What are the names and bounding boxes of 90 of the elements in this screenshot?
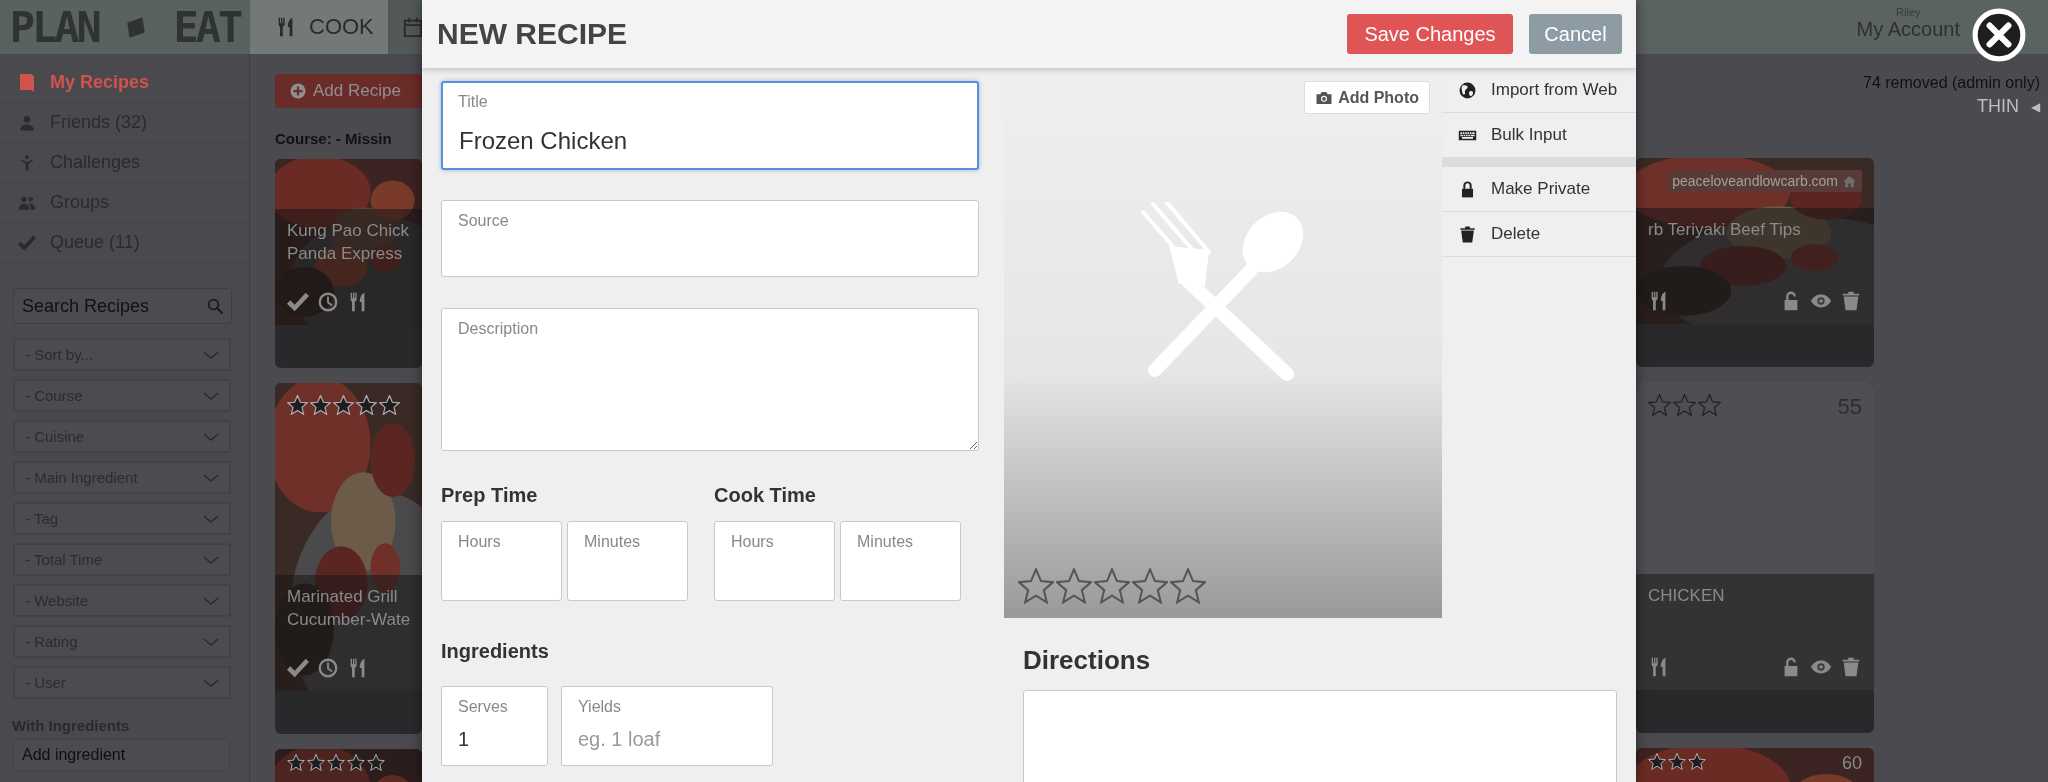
field-label: Source [458, 212, 509, 230]
menu-item[interactable]: Make Private [1442, 167, 1636, 212]
trash-icon [1458, 224, 1477, 244]
clock-icon[interactable] [317, 657, 339, 679]
search-field[interactable]: Search Recipes [13, 288, 232, 324]
input-field[interactable] [714, 521, 835, 601]
field-label: Description [458, 320, 539, 338]
chevron-down-icon [203, 473, 219, 482]
star-icon [1094, 568, 1130, 604]
section-heading: Ingredients [441, 640, 550, 663]
chevron-down-icon [203, 432, 219, 441]
section-heading: Directions [1023, 645, 1152, 676]
star-icon [1688, 753, 1706, 770]
view-toggle[interactable]: THIN ◀ [1977, 96, 2040, 117]
field-label: Minutes [584, 533, 641, 551]
field-label: Hours [458, 533, 501, 551]
nav-tab[interactable]: COOK [250, 0, 388, 54]
chevron-down-icon [203, 637, 219, 646]
trash-icon[interactable] [1840, 656, 1862, 678]
cancel-button[interactable]: Cancel [1529, 14, 1622, 54]
star-icon [307, 754, 325, 771]
chevron-down-icon [203, 596, 219, 605]
course-filter[interactable]: Course: - Missin [275, 130, 422, 147]
star-icon [1668, 753, 1686, 770]
sidebar-item[interactable]: My Recipes [0, 63, 249, 103]
directions-field[interactable] [1023, 690, 1617, 782]
book-icon [18, 73, 36, 92]
recipe-title[interactable]: rb Teriyaki Beef Tips [1648, 218, 1874, 241]
recipe-title[interactable]: CHICKEN [1648, 584, 1874, 607]
close-icon [1972, 8, 2026, 62]
clock-icon[interactable] [317, 291, 339, 313]
star-icon [327, 754, 345, 771]
recipe-count: 60 [1841, 753, 1862, 774]
menu-item[interactable]: Import from Web [1442, 68, 1636, 113]
field-label: Title [458, 93, 488, 111]
chevron-down-icon [203, 391, 219, 400]
home-icon [1842, 173, 1857, 189]
person-icon [18, 113, 36, 132]
close-button[interactable] [1972, 8, 2026, 62]
field-label: Hours [731, 533, 774, 551]
ingredient-field[interactable]: Add ingredient [13, 739, 230, 771]
star-icon [333, 395, 354, 415]
input-field[interactable] [567, 521, 688, 601]
star-icon [1673, 394, 1696, 416]
recipe-card[interactable]: peaceloveandlowcarb.com rb Teriyaki Beef Tips [1636, 158, 1874, 367]
add-photo-button[interactable]: Add Photo [1304, 81, 1430, 114]
textarea-field[interactable] [441, 308, 979, 451]
star-icon [379, 395, 400, 415]
plus-circle-icon [289, 82, 307, 100]
star-icon [1132, 568, 1168, 604]
star-icon [1018, 568, 1054, 604]
check-icon[interactable] [287, 291, 309, 313]
star-icon [287, 754, 305, 771]
star-icon [1056, 568, 1092, 604]
field-label: Yields [578, 698, 621, 716]
chevron-down-icon [203, 555, 219, 564]
input-field[interactable] [441, 200, 979, 277]
input-field[interactable] [840, 521, 961, 601]
search-icon [206, 297, 224, 315]
chevron-down-icon [203, 350, 219, 359]
star-icon [1648, 753, 1666, 770]
recipe-card[interactable]: Kung Pao Chick Panda Express [275, 159, 422, 368]
save-button[interactable]: Save Changes [1347, 14, 1513, 54]
field-label: Minutes [857, 533, 914, 551]
star-icon [356, 395, 377, 415]
figure-icon [18, 153, 36, 172]
add-recipe-button[interactable]: Add Recipe [275, 74, 422, 108]
section-heading: Prep Time [441, 484, 539, 507]
field-label: Serves [458, 698, 508, 716]
star-icon [310, 395, 331, 415]
globe-icon [1458, 80, 1477, 100]
source-badge[interactable]: peaceloveandlowcarb.com [1667, 170, 1862, 192]
chevron-down-icon [203, 678, 219, 687]
star-icon [287, 395, 308, 415]
menu-item[interactable]: Delete [1442, 212, 1636, 257]
star-icon [347, 754, 365, 771]
input-field[interactable] [441, 521, 562, 601]
chevron-down-icon [203, 514, 219, 523]
recipe-card[interactable]: Marinated Grill Cucumber-Wate [275, 383, 422, 734]
trash-icon[interactable] [1840, 290, 1862, 312]
star-icon [1698, 394, 1721, 416]
nav-tab[interactable] [388, 0, 422, 54]
modal-title: NEW RECIPE [437, 17, 628, 51]
removed-note: 74 removed (admin only) [1863, 74, 2040, 92]
star-icon [1170, 568, 1206, 604]
check-icon [18, 233, 36, 252]
section-heading: Cook Time [714, 484, 817, 507]
star-icon [1648, 394, 1671, 416]
check-icon[interactable] [287, 657, 309, 679]
star-icon [367, 754, 385, 771]
